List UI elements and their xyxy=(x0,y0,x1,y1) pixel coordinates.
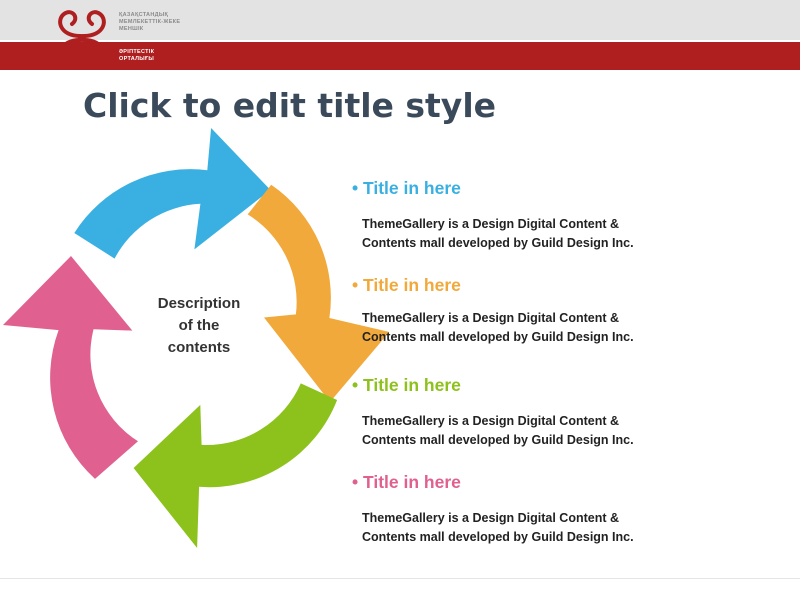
item-title: • Title in here xyxy=(352,375,461,395)
item-title: • Title in here xyxy=(352,275,461,295)
cycle-arrow-pink xyxy=(3,256,138,479)
item-description-line: ThemeGallery is a Design Digital Content… xyxy=(362,217,620,231)
center-label-line: contents xyxy=(167,339,231,356)
item-description: ThemeGallery is a Design Digital Content… xyxy=(362,215,792,253)
org-top-line: МЕМЛЕКЕТТІК-ЖЕКЕ xyxy=(119,19,181,25)
item-description-line: Contents mall developed by Guild Design … xyxy=(362,433,634,447)
org-bottom-line: ӘРІПТЕСТІК xyxy=(119,49,155,55)
item-description-line: ThemeGallery is a Design Digital Content… xyxy=(362,311,620,325)
list-item: • Title in here ThemeGallery is a Design… xyxy=(352,472,792,547)
org-top-line: МЕНШІК xyxy=(119,26,144,32)
item-description-line: Contents mall developed by Guild Design … xyxy=(362,236,634,250)
item-description: ThemeGallery is a Design Digital Content… xyxy=(362,412,792,450)
cycle-arrow-blue xyxy=(74,128,271,259)
organization-name-top: ҚАЗАҚСТАНДЫҚ МЕМЛЕКЕТТІК-ЖЕКЕ МЕНШІК xyxy=(119,12,180,33)
center-label-line: Description xyxy=(157,295,241,312)
item-description-line: Contents mall developed by Guild Design … xyxy=(362,330,634,344)
list-item: • Title in here ThemeGallery is a Design… xyxy=(352,375,792,450)
organization-name-bottom: ӘРІПТЕСТІК ОРТАЛЫҒЫ xyxy=(119,49,154,63)
item-description: ThemeGallery is a Design Digital Content… xyxy=(362,509,792,547)
list-item: • Title in here ThemeGallery is a Design… xyxy=(352,178,792,253)
ornament-logo-icon xyxy=(58,10,106,66)
item-description: ThemeGallery is a Design Digital Content… xyxy=(362,309,792,347)
item-title: • Title in here xyxy=(352,472,461,492)
item-description-line: ThemeGallery is a Design Digital Content… xyxy=(362,511,620,525)
item-title: • Title in here xyxy=(352,178,461,198)
cycle-arrow-green xyxy=(133,383,338,548)
item-description-line: Contents mall developed by Guild Design … xyxy=(362,530,634,544)
list-item: • Title in here ThemeGallery is a Design… xyxy=(352,275,792,347)
cycle-center-label: Description of the contents xyxy=(140,293,258,359)
bottom-divider xyxy=(0,578,800,579)
item-description-line: ThemeGallery is a Design Digital Content… xyxy=(362,414,620,428)
center-label-line: of the xyxy=(178,317,220,334)
org-top-line: ҚАЗАҚСТАНДЫҚ xyxy=(119,12,169,18)
org-bottom-line: ОРТАЛЫҒЫ xyxy=(119,56,155,62)
